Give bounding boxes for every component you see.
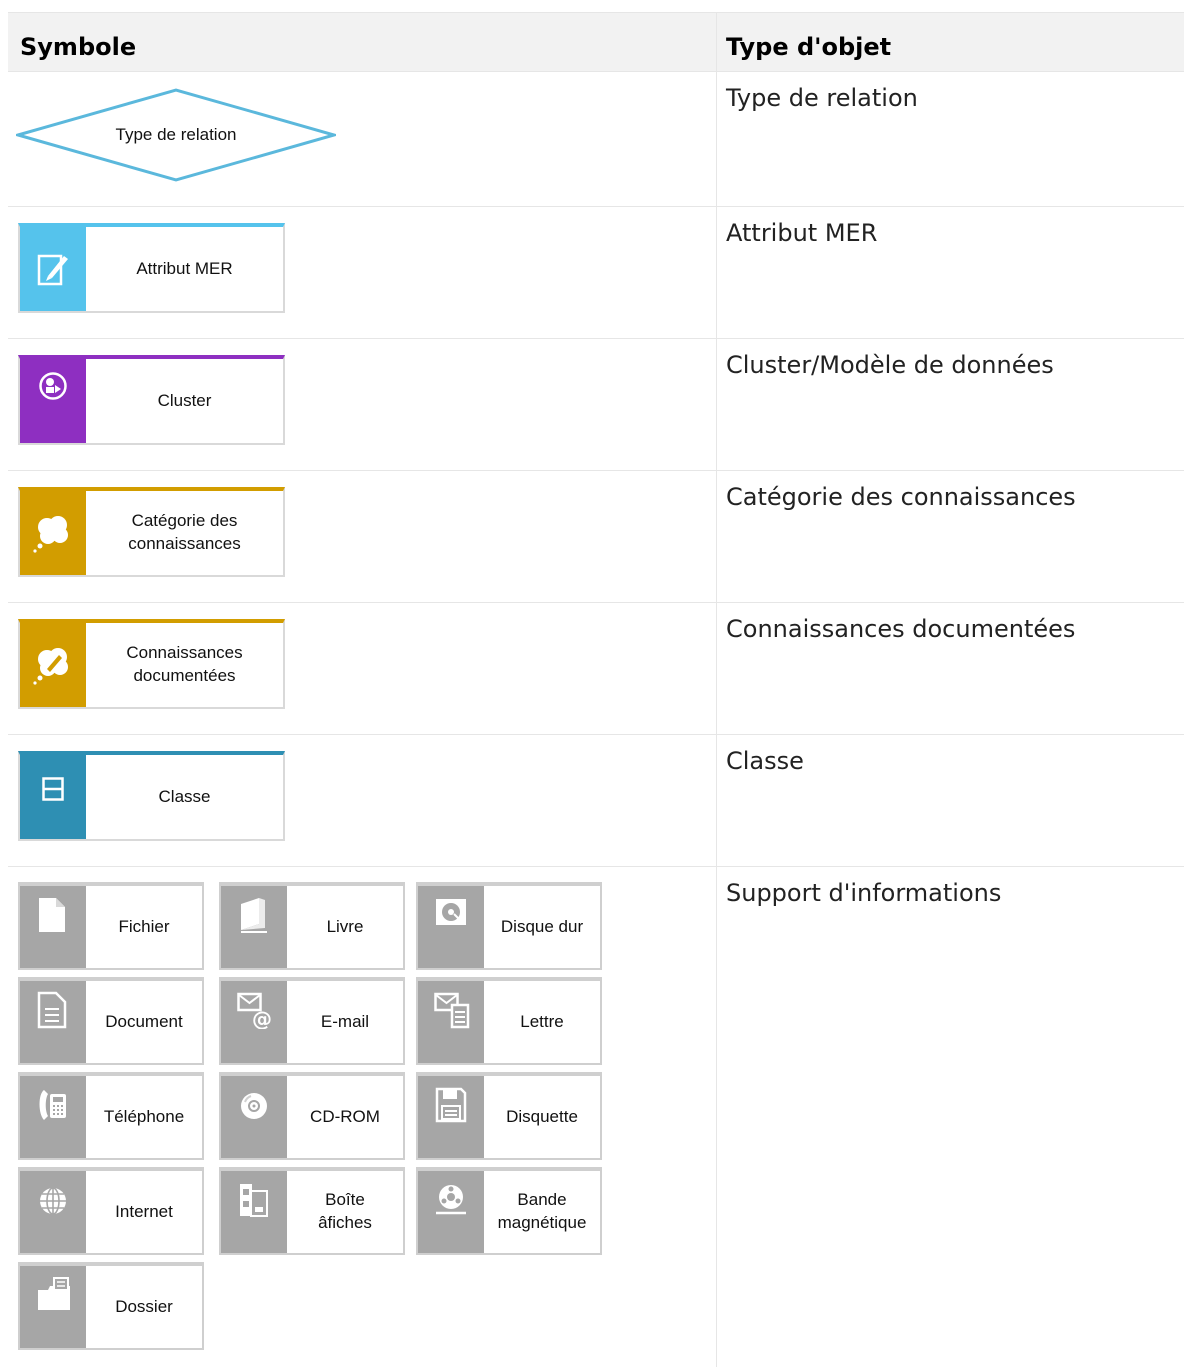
knowledge-category-symbol: Catégorie des connaissances [18, 487, 285, 577]
carrier-cd-rom: CD-ROM [219, 1072, 405, 1160]
book-icon [241, 898, 267, 933]
pen-document-icon [37, 254, 68, 286]
thought-cloud-icon [33, 516, 68, 553]
object-type-label: Attribut MER [726, 219, 878, 247]
card-box-icon [240, 1184, 268, 1217]
symbol-label: Classe [158, 786, 211, 806]
carrier-label: Livre [326, 916, 364, 936]
carrier-internet: Internet [18, 1167, 204, 1255]
erm-attribute-symbol: Attribut MER [18, 223, 285, 313]
header-symbol: Symbole [20, 33, 137, 61]
carrier-label: Bande magnétique [497, 1190, 587, 1232]
carrier-floppy: Disquette [416, 1072, 602, 1160]
email-icon: @ [237, 992, 272, 1029]
documented-knowledge-symbol: Connaissances documentées [18, 619, 285, 709]
carrier-label: Dossier [115, 1296, 173, 1316]
carrier-telephone: Téléphone [18, 1072, 204, 1160]
object-type-label: Type de relation [726, 84, 918, 112]
carrier-label: Document [105, 1011, 183, 1031]
carrier-magnetic-tape: Bande magnétique [416, 1167, 602, 1255]
class-symbol: Classe [18, 751, 285, 841]
table-row: Catégorie des connaissances Catégorie de… [8, 471, 1184, 603]
table-row: Fichier Livre Disque dur Document @ E-ma… [8, 867, 1184, 1367]
object-types-table: Symbole Type d'objet Type de relation Ty… [8, 12, 1184, 1367]
file-icon [39, 898, 65, 932]
carrier-hard-disk: Disque dur [416, 882, 602, 970]
symbol-label: Cluster [157, 390, 212, 410]
object-type-label: Connaissances documentées [726, 615, 1076, 643]
carrier-letter: Lettre [416, 977, 602, 1065]
floppy-disk-icon [435, 1087, 467, 1123]
table-row: Connaissances documentées Connaissances … [8, 603, 1184, 735]
table-row: Type de relation Type de relation [8, 72, 1184, 207]
carrier-label: Disquette [506, 1106, 578, 1126]
telephone-icon [39, 1090, 66, 1120]
symbol-label: Catégorie des connaissances [128, 511, 241, 553]
object-type-label: Support d'informations [726, 879, 1002, 907]
cluster-symbol: Cluster [18, 355, 285, 445]
table-row: Cluster Cluster/Modèle de données [8, 339, 1184, 471]
relationship-type-label: Type de relation [115, 125, 237, 144]
carrier-label: Lettre [520, 1011, 564, 1031]
carrier-label: Disque dur [500, 916, 584, 936]
cd-rom-icon [241, 1093, 267, 1119]
object-type-label: Classe [726, 747, 804, 775]
carrier-label: Téléphone [103, 1106, 185, 1126]
carrier-book: Livre [219, 882, 405, 970]
object-type-label: Cluster/Modèle de données [726, 351, 1054, 379]
hard-disk-icon [436, 899, 466, 925]
svg-text:@: @ [252, 1007, 272, 1029]
carrier-folder: Dossier [18, 1262, 204, 1350]
thought-cloud-pen-icon [33, 648, 68, 685]
class-icon [42, 777, 64, 801]
carrier-file: Fichier [18, 882, 204, 970]
globe-icon [40, 1187, 66, 1215]
magnetic-tape-icon [436, 1185, 466, 1215]
table-row: Attribut MER Attribut MER [8, 207, 1184, 339]
carrier-card-box: Boîte âfiches [219, 1167, 405, 1255]
carrier-label: Fichier [118, 916, 170, 936]
table-row: Classe Classe [8, 735, 1184, 867]
symbol-label: Attribut MER [136, 258, 233, 278]
carrier-label: CD-ROM [310, 1106, 380, 1126]
carrier-document: Document [18, 977, 204, 1065]
document-icon [37, 991, 67, 1029]
header-object-type: Type d'objet [726, 33, 892, 61]
symbol-label: Connaissances documentées [126, 643, 243, 685]
carrier-label: E-mail [320, 1011, 370, 1031]
letter-icon [434, 992, 470, 1029]
cluster-icon [39, 372, 67, 400]
object-type-label: Catégorie des connaissances [726, 483, 1076, 511]
carrier-label: Boîte âfiches [318, 1190, 372, 1232]
table-header-row: Symbole Type d'objet [8, 12, 1184, 72]
carrier-label: Internet [115, 1201, 173, 1221]
folder-icon [38, 1277, 70, 1310]
carrier-email: @ E-mail [219, 977, 405, 1065]
